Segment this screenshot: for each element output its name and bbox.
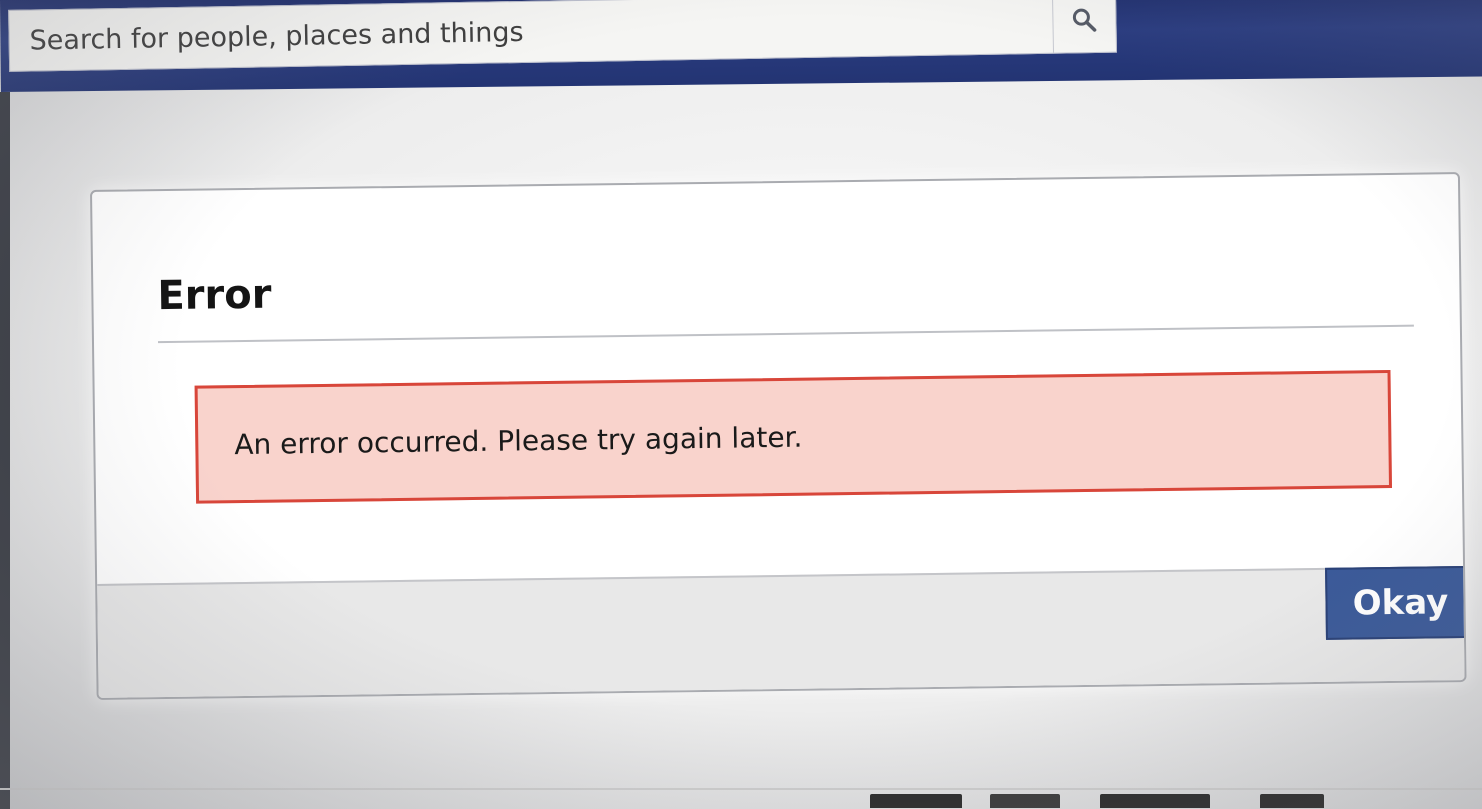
footer-link[interactable] bbox=[1260, 794, 1324, 808]
error-message: An error occurred. Please try again late… bbox=[234, 420, 803, 461]
dialog-title: Error bbox=[157, 271, 272, 320]
page-edge bbox=[0, 92, 10, 809]
footer-link[interactable] bbox=[1100, 794, 1210, 808]
okay-button[interactable]: Okay bbox=[1325, 565, 1467, 640]
search-box bbox=[8, 0, 1118, 72]
title-divider bbox=[157, 324, 1414, 344]
search-input[interactable] bbox=[9, 0, 1057, 71]
search-button[interactable] bbox=[1051, 0, 1117, 53]
top-bar bbox=[0, 0, 1482, 92]
footer-link[interactable] bbox=[870, 794, 962, 808]
page-footer-links bbox=[870, 790, 1470, 809]
error-dialog: Error An error occurred. Please try agai… bbox=[90, 172, 1467, 700]
dialog-footer: Okay bbox=[97, 565, 1467, 700]
search-icon bbox=[1071, 7, 1098, 37]
screen: Error An error occurred. Please try agai… bbox=[0, 0, 1482, 809]
footer-link[interactable] bbox=[990, 794, 1060, 808]
error-message-box: An error occurred. Please try again late… bbox=[194, 369, 1393, 504]
